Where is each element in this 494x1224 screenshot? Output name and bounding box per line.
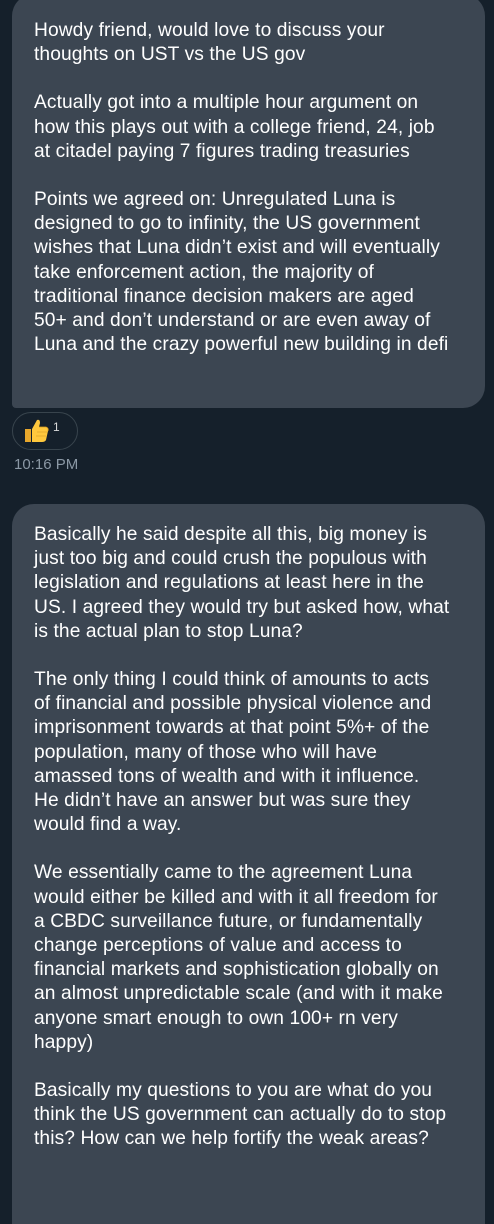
message-paragraph: Basically my questions to you are what d… [34,1080,447,1150]
reaction-count: 1 [53,420,60,434]
message-paragraph: Actually got into a multiple hour argume… [34,92,435,162]
message-paragraph: Howdy friend, would love to discuss your… [34,20,385,66]
message-paragraph: Points we agreed on: Unregulated Luna is… [34,189,449,356]
message-bubble[interactable]: Howdy friend, would love to discuss your… [12,0,485,408]
reaction-badge[interactable]: 1 [12,412,78,450]
message-paragraph: The only thing I could think of amounts … [34,669,432,836]
message-paragraph: Basically he said despite all this, big … [34,524,450,642]
message-timestamp: 10:16 PM [14,456,79,473]
message-paragraph: We essentially came to the agreement Lun… [34,862,443,1053]
message-bubble[interactable]: Basically he said despite all this, big … [12,504,485,1224]
thumbs-up-icon [21,416,51,446]
